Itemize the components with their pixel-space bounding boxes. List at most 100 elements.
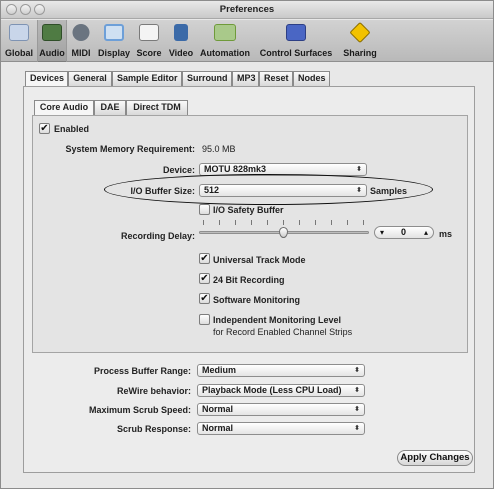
universal-track-mode-label: Universal Track Mode [213,255,306,265]
process-buffer-range-popup[interactable]: Medium ⬍ [197,364,365,377]
recording-delay-value: 0 [401,227,407,237]
rewire-behavior-label: ReWire behavior: [117,386,191,396]
midi-icon [72,24,90,41]
updown-arrows-icon: ⬍ [354,367,360,374]
updown-arrows-icon: ⬍ [356,166,362,173]
toolbar-display[interactable]: Display [95,20,133,62]
scrub-response-label: Scrub Response: [116,424,191,434]
enabled-label: Enabled [54,124,90,134]
toolbar-label: MIDI [71,48,91,58]
io-safety-buffer-label: I/O Safety Buffer [213,205,284,215]
max-scrub-speed-popup[interactable]: Normal ⬍ [197,403,365,416]
control-surfaces-icon [286,24,306,41]
max-scrub-speed-label: Maximum Scrub Speed: [88,405,191,415]
24-bit-recording-label: 24 Bit Recording [213,275,285,285]
buffer-size-label: I/O Buffer Size: [130,186,195,196]
memory-label: System Memory Requirement: [65,144,195,154]
core-audio-panel: ✔ Enabled System Memory Requirement: 95.… [32,115,468,353]
slider-tick [235,220,236,225]
slider-tick [315,220,316,225]
devices-panel: Core Audio DAE Direct TDM ✔ Enabled Syst… [23,86,475,473]
updown-arrows-icon: ⬍ [354,387,360,394]
independent-monitoring-sublabel: for Record Enabled Channel Strips [213,327,353,337]
window-title: Preferences [219,4,275,15]
process-buffer-range-label: Process Buffer Range: [93,366,191,376]
toolbar-score[interactable]: Score [133,20,165,62]
sub-tabs: Core Audio DAE Direct TDM [34,100,234,115]
memory-value: 95.0 MB [202,144,236,154]
tab-reset[interactable]: Reset [259,71,293,86]
recording-delay-stepper[interactable]: ▾ 0 ▴ [374,226,434,239]
tab-direct-tdm[interactable]: Direct TDM [126,100,188,115]
preferences-window: Preferences Global Audio MIDI Display Sc… [0,0,494,489]
toolbar-sharing[interactable]: Sharing [339,20,381,62]
slider-tick [283,220,284,225]
updown-arrows-icon: ⬍ [354,406,360,413]
slider-tick [363,220,364,225]
toolbar-automation[interactable]: Automation [197,20,253,62]
universal-track-mode-checkbox[interactable]: ✔ [199,253,210,264]
buffer-unit-label: Samples [370,186,408,196]
title-bar: Preferences [1,1,493,19]
independent-monitoring-label: Independent Monitoring Level [213,315,341,325]
recording-delay-label: Recording Delay: [120,231,195,241]
slider-tick [347,220,348,225]
toolbar-control-surfaces[interactable]: Control Surfaces [253,20,339,62]
main-tabs: Devices General Sample Editor Surround M… [25,71,355,86]
tab-nodes[interactable]: Nodes [293,71,330,86]
slider-thumb[interactable] [279,227,288,238]
stepper-up-icon[interactable]: ▴ [424,227,428,238]
toolbar-video[interactable]: Video [165,20,197,62]
toolbar-audio[interactable]: Audio [37,20,67,62]
24-bit-recording-checkbox[interactable]: ✔ [199,273,210,284]
device-label: Device: [162,165,195,175]
software-monitoring-checkbox[interactable]: ✔ [199,293,210,304]
display-icon [104,24,124,41]
toolbar-midi[interactable]: MIDI [67,20,95,62]
rewire-behavior-value: Playback Mode (Less CPU Load) [202,385,342,395]
recording-delay-slider[interactable] [199,220,369,240]
preferences-toolbar: Global Audio MIDI Display Score Video Au… [1,20,493,62]
toolbar-label: Audio [39,48,65,58]
tab-surround[interactable]: Surround [182,71,232,86]
automation-icon [214,24,236,41]
stepper-down-icon[interactable]: ▾ [380,227,384,238]
slider-tick [203,220,204,225]
apply-changes-button[interactable]: Apply Changes [397,450,473,466]
enabled-checkbox[interactable]: ✔ [39,123,50,134]
updown-arrows-icon: ⬍ [354,425,360,432]
tab-core-audio[interactable]: Core Audio [34,100,94,115]
toolbar-label: Video [168,48,194,58]
video-icon [174,24,188,41]
buffer-size-popup[interactable]: 512 ⬍ [199,184,367,197]
tab-dae[interactable]: DAE [94,100,126,115]
toolbar-label: Control Surfaces [259,48,333,58]
score-icon [139,24,159,41]
tab-mp3[interactable]: MP3 [232,71,259,86]
slider-tick [251,220,252,225]
device-value: MOTU 828mk3 [204,164,267,174]
slider-tick [299,220,300,225]
toolbar-global[interactable]: Global [1,20,37,62]
toolbar-label: Global [4,48,33,58]
rewire-behavior-popup[interactable]: Playback Mode (Less CPU Load) ⬍ [197,384,365,397]
toolbar-label: Display [97,48,130,58]
audio-icon [42,24,62,41]
toolbar-label: Sharing [343,48,377,58]
independent-monitoring-checkbox[interactable] [199,314,210,325]
tab-sample-editor[interactable]: Sample Editor [112,71,182,86]
global-icon [9,24,29,41]
toolbar-label: Automation [200,48,250,58]
scrub-response-value: Normal [202,423,234,433]
recording-delay-unit: ms [439,229,453,239]
io-safety-buffer-checkbox[interactable] [199,204,210,215]
scrub-response-popup[interactable]: Normal ⬍ [197,422,365,435]
tab-general[interactable]: General [68,71,112,86]
process-buffer-range-value: Medium [202,365,237,375]
max-scrub-speed-value: Normal [202,404,234,414]
updown-arrows-icon: ⬍ [356,187,362,194]
tab-devices[interactable]: Devices [25,71,68,86]
slider-tick [267,220,268,225]
sharing-icon [349,21,371,44]
slider-tick [331,220,332,225]
